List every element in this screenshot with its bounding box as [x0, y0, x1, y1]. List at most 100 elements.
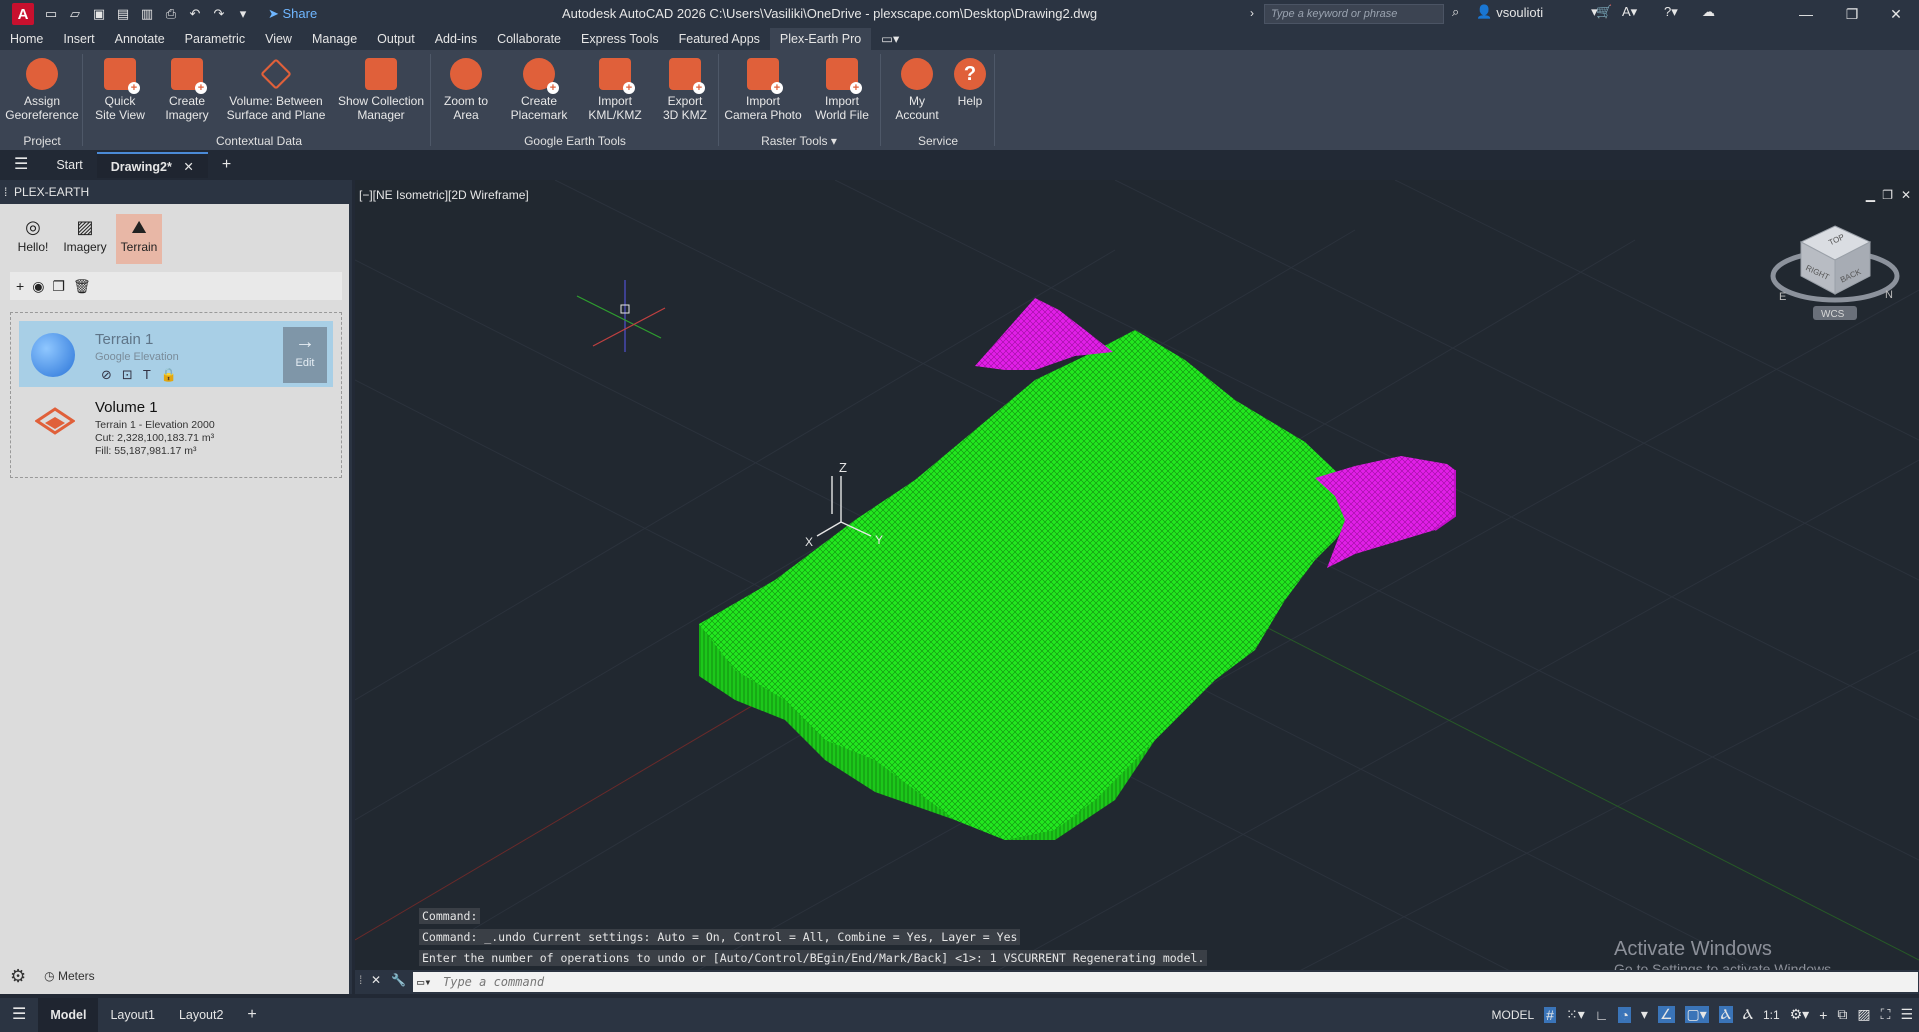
autocad-logo-icon[interactable]: A: [12, 3, 34, 25]
annotation-monitor-icon[interactable]: +: [1819, 1007, 1827, 1023]
layout-tab-model[interactable]: Model: [38, 998, 99, 1032]
units-selector[interactable]: ◷ Meters: [44, 969, 95, 983]
help-icon[interactable]: ?▾: [1664, 4, 1678, 20]
close-tab-icon[interactable]: ✕: [183, 160, 193, 174]
palette-grip-icon[interactable]: ⁞: [4, 180, 7, 204]
command-input[interactable]: ▭▾ Type a command: [413, 972, 1918, 992]
viewport-restore-icon[interactable]: ❐: [1882, 188, 1893, 202]
isodraft-icon[interactable]: ▾: [1641, 1006, 1648, 1023]
save-as-icon[interactable]: ▤: [114, 5, 132, 23]
search-icon[interactable]: ⌕: [1452, 4, 1459, 20]
hide-icon[interactable]: ⊘: [101, 367, 112, 383]
graphics-performance-icon[interactable]: ▨: [1857, 1006, 1870, 1023]
user-account[interactable]: 👤 vsoulioti ▾: [1476, 4, 1598, 20]
cmd-customize-icon[interactable]: 🔧: [391, 973, 406, 987]
export-3d-kmz-button[interactable]: + Export 3D KMZ: [656, 58, 714, 122]
object-snap-icon[interactable]: ▢▾: [1684, 1006, 1709, 1023]
file-tab-start[interactable]: Start: [42, 152, 96, 178]
workspace-gear-icon[interactable]: ⚙▾: [1790, 1006, 1810, 1023]
palette-tab-terrain[interactable]: ⛰ Terrain: [116, 214, 162, 264]
annotation-scale[interactable]: 1:1: [1763, 1008, 1780, 1022]
assign-georeference-button[interactable]: Assign Georeference: [4, 58, 80, 122]
autodesk-app-icon[interactable]: A▾: [1622, 4, 1637, 20]
quick-site-view-button[interactable]: + Quick Site View: [90, 58, 150, 122]
annotation-visibility-icon[interactable]: Ⲁ: [1718, 1006, 1733, 1023]
viewport-close-icon[interactable]: ✕: [1901, 188, 1911, 202]
zoom-to-area-button[interactable]: Zoom to Area: [436, 58, 496, 122]
save-icon[interactable]: ▣: [90, 5, 108, 23]
tab-plex-earth-pro[interactable]: Plex-Earth Pro: [769, 28, 872, 50]
clean-screen-icon[interactable]: ⛶: [1881, 1006, 1891, 1023]
restore-icon[interactable]: ❐: [1832, 2, 1872, 26]
crop-icon[interactable]: ⊡: [122, 367, 133, 383]
create-placemark-button[interactable]: + Create Placemark: [504, 58, 574, 122]
search-input[interactable]: Type a keyword or phrase: [1264, 4, 1444, 24]
share-button[interactable]: ➤ Share: [268, 6, 317, 22]
tab-home[interactable]: Home: [0, 28, 53, 50]
cart-icon[interactable]: 🛒: [1596, 4, 1612, 20]
group-raster-tools[interactable]: Raster Tools ▾: [722, 134, 876, 148]
viewcube[interactable]: TOP RIGHT BACK E N WCS: [1770, 225, 1900, 320]
close-icon[interactable]: ✕: [1876, 2, 1916, 26]
polar-tracking-icon[interactable]: ◔: [1618, 1006, 1631, 1023]
undo-icon[interactable]: ↶: [186, 5, 204, 23]
list-item-volume[interactable]: Volume 1 Terrain 1 - Elevation 2000 Cut:…: [19, 395, 333, 471]
print-icon[interactable]: ⎙: [162, 5, 180, 23]
layout-tab-layout1[interactable]: Layout1: [98, 998, 166, 1032]
viewport-controls-label[interactable]: [−][NE Isometric][2D Wireframe]: [359, 188, 529, 202]
copy-icon[interactable]: ❐: [52, 278, 65, 295]
new-tab-icon[interactable]: +: [208, 152, 245, 178]
auto-scale-icon[interactable]: Ⲁ: [1743, 1006, 1753, 1023]
redo-icon[interactable]: ↷: [210, 5, 228, 23]
tab-manage[interactable]: Manage: [302, 28, 367, 50]
new-file-icon[interactable]: ▭: [42, 5, 60, 23]
layout-tab-layout2[interactable]: Layout2: [167, 998, 235, 1032]
tab-annotate[interactable]: Annotate: [105, 28, 175, 50]
import-world-file-button[interactable]: + Import World File: [808, 58, 876, 122]
wcs-menu[interactable]: WCS: [1821, 309, 1845, 320]
tab-collaborate[interactable]: Collaborate: [487, 28, 571, 50]
lock-icon[interactable]: 🔒: [161, 367, 177, 383]
volume-between-surface-plane-button[interactable]: Volume: Between Surface and Plane: [224, 58, 328, 122]
layout-menu-icon[interactable]: ☰: [0, 998, 38, 1032]
cmd-prompt-icon[interactable]: ▭▾: [417, 975, 431, 989]
tab-express-tools[interactable]: Express Tools: [571, 28, 669, 50]
ortho-icon[interactable]: ∟: [1595, 1007, 1609, 1023]
object-snap-tracking-icon[interactable]: ∠: [1657, 1006, 1675, 1023]
isolate-objects-icon[interactable]: ⧉: [1837, 1006, 1847, 1023]
my-account-button[interactable]: My Account: [888, 58, 946, 122]
hamburger-menu-icon[interactable]: ☰: [0, 152, 42, 178]
cmd-grip-icon[interactable]: ⁞: [359, 973, 362, 987]
tab-add-ins[interactable]: Add-ins: [425, 28, 487, 50]
tab-output[interactable]: Output: [367, 28, 425, 50]
viewport-minimize-icon[interactable]: ▁: [1866, 188, 1875, 202]
show-collection-manager-button[interactable]: Show Collection Manager: [334, 58, 428, 122]
import-kml-kmz-button[interactable]: + Import KML/KMZ: [582, 58, 648, 122]
help-button[interactable]: ? Help: [950, 58, 990, 108]
tab-parametric[interactable]: Parametric: [175, 28, 255, 50]
palette-tab-hello[interactable]: ◎ Hello!: [10, 214, 56, 264]
ribbon-options-icon[interactable]: ▭▾: [871, 28, 909, 50]
add-icon[interactable]: +: [16, 278, 24, 294]
list-item-terrain[interactable]: Terrain 1 Google Elevation ⊘ ⊡ T 🔒 → Edi…: [19, 321, 333, 387]
file-tab-drawing2[interactable]: Drawing2* ✕: [96, 152, 208, 178]
add-layout-icon[interactable]: +: [235, 998, 268, 1032]
edit-button[interactable]: → Edit: [283, 327, 327, 383]
cmd-close-icon[interactable]: ✕: [371, 973, 381, 987]
open-folder-icon[interactable]: ▱: [66, 5, 84, 23]
import-camera-photo-button[interactable]: + Import Camera Photo: [722, 58, 804, 122]
model-viewport[interactable]: Z Y X TOP RIGHT BACK E N WCS [−][NE Isom…: [355, 180, 1919, 994]
tab-view[interactable]: View: [255, 28, 302, 50]
trash-icon[interactable]: 🗑: [73, 278, 91, 295]
model-space-toggle[interactable]: MODEL: [1491, 1008, 1534, 1022]
web-save-icon[interactable]: ▥: [138, 5, 156, 23]
palette-tab-imagery[interactable]: ▨ Imagery: [62, 214, 108, 264]
customization-icon[interactable]: ☰: [1900, 1006, 1913, 1023]
create-imagery-button[interactable]: + Create Imagery: [158, 58, 216, 122]
tab-featured-apps[interactable]: Featured Apps: [669, 28, 770, 50]
text-icon[interactable]: T: [143, 367, 151, 383]
grid-display-icon[interactable]: #: [1544, 1006, 1556, 1023]
snap-mode-icon[interactable]: ⁙▾: [1566, 1006, 1585, 1023]
qat-dropdown-icon[interactable]: ▾: [234, 5, 252, 23]
cloud-icon[interactable]: ☁: [1702, 4, 1715, 20]
